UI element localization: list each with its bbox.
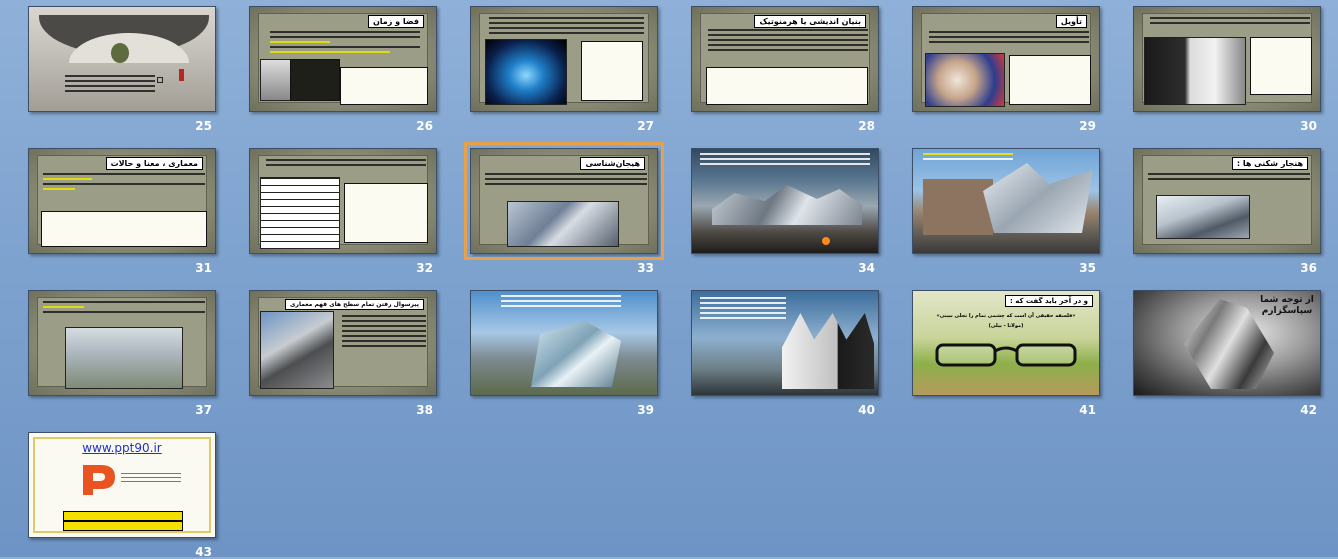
slide-number-40: 40 [858, 403, 875, 417]
slide-number-35: 35 [1079, 261, 1096, 275]
slide-number-41: 41 [1079, 403, 1096, 417]
slide-number-27: 27 [637, 119, 654, 133]
slide-thumbnail-37[interactable] [28, 290, 216, 396]
slide-thumbnail-40[interactable] [691, 290, 879, 396]
slide-number-39: 39 [637, 403, 654, 417]
slide-number-34: 34 [858, 261, 875, 275]
slide-thumbnail-27[interactable] [470, 6, 658, 112]
slide-thumbnail-34[interactable] [691, 148, 879, 254]
slide-title-26: فضا و زمان [367, 15, 424, 28]
thanks-text: از توجه شما سپاسگزارم [1260, 295, 1314, 316]
slide-thumbnail-26[interactable]: فضا و زمان [249, 6, 437, 112]
slide-thumbnail-33[interactable]: هیجان‌شناسی [464, 142, 664, 260]
slide-title-28: بنیان اندیشی یا هرمنوتیک [754, 15, 866, 28]
slide-thumbnail-28[interactable]: بنیان اندیشی یا هرمنوتیک [691, 6, 879, 112]
slide-thumbnail-29[interactable]: تأویل [912, 6, 1100, 112]
slide-number-25: 25 [195, 119, 212, 133]
slide-number-28: 28 [858, 119, 875, 133]
slide-number-36: 36 [1300, 261, 1317, 275]
slide-title-38: پیرسوال رفتن تمام سطح های فهم معماری [285, 299, 424, 310]
slide-thumbnail-41[interactable]: و در آخر باید گفت که : «فلسفه حقیقی آن ا… [912, 290, 1100, 396]
slide-title-31: معماری ، معنا و حالات [105, 157, 203, 170]
slide-thumbnail-39[interactable] [470, 290, 658, 396]
slide-number-26: 26 [416, 119, 433, 133]
slide-thumbnail-36[interactable]: هنجار شکنی ها : [1133, 148, 1321, 254]
slide-title-41: و در آخر باید گفت که : [1005, 295, 1093, 307]
subtitle-41: «فلسفه حقیقی آن است که چشمی تمام را تجلی… [936, 313, 1076, 319]
slide-title-36: هنجار شکنی ها : [1231, 157, 1308, 170]
slide-number-30: 30 [1300, 119, 1317, 133]
slide-number-29: 29 [1079, 119, 1096, 133]
powerpoint-logo-icon [79, 461, 119, 499]
slide-thumbnail-25[interactable] [28, 6, 216, 112]
slide-title-29: تأویل [1055, 15, 1087, 28]
slide-number-33: 33 [637, 261, 654, 275]
site-url[interactable]: www.ppt90.ir [29, 441, 215, 455]
slide-thumbnail-30[interactable] [1133, 6, 1321, 112]
slide-number-42: 42 [1300, 403, 1317, 417]
subtitle2-41: (مولانا - بیلی) [988, 323, 1024, 329]
slide-title-33: هیجان‌شناسی [580, 157, 645, 170]
slide-thumbnail-35[interactable] [912, 148, 1100, 254]
slide-thumbnail-31[interactable]: معماری ، معنا و حالات [28, 148, 216, 254]
slide-thumbnail-32[interactable] [249, 148, 437, 254]
slide-thumbnail-42[interactable]: از توجه شما سپاسگزارم [1133, 290, 1321, 396]
glasses-icon [931, 341, 1081, 369]
slide-number-38: 38 [416, 403, 433, 417]
slide-number-31: 31 [195, 261, 212, 275]
slide-number-37: 37 [195, 403, 212, 417]
slide-thumbnail-43[interactable]: www.ppt90.ir [28, 432, 216, 538]
slide-thumbnail-38[interactable]: پیرسوال رفتن تمام سطح های فهم معماری [249, 290, 437, 396]
slide-sorter: 25 فضا و زمان 26 27 بنیان اندیشی یا هرمن… [0, 0, 1338, 559]
slide-number-32: 32 [416, 261, 433, 275]
